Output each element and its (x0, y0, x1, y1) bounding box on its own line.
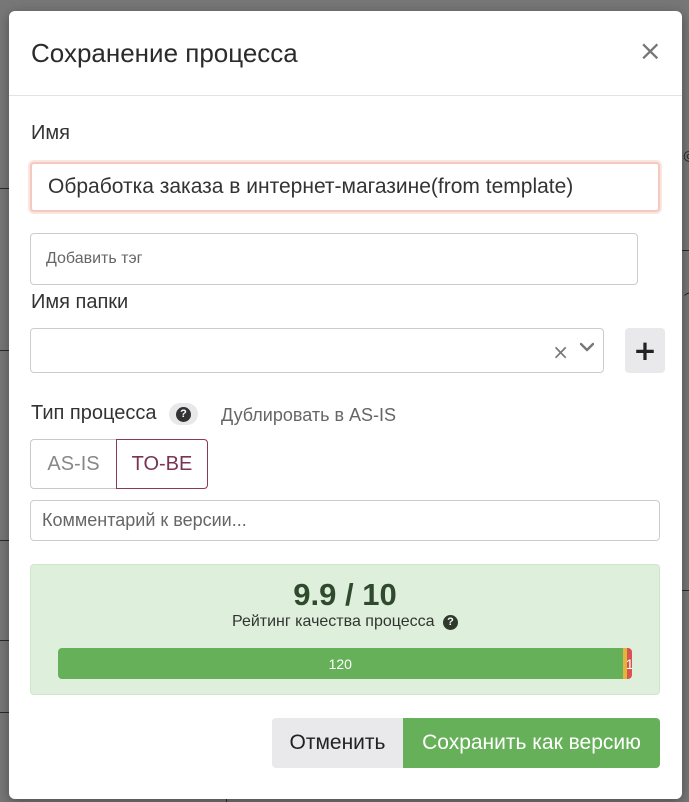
question-circle-icon: ? (176, 406, 191, 422)
backdrop-line (0, 712, 9, 713)
folder-label: Имя папки (31, 291, 129, 313)
rating-score: 9.9 / 10 (293, 577, 397, 612)
clear-icon[interactable]: × (552, 340, 569, 364)
dialog-header: Сохранение процесса × (9, 11, 682, 96)
question-circle-icon[interactable]: ? (443, 614, 458, 630)
backdrop-shape-icon: ◎ (683, 148, 689, 164)
cancel-button[interactable]: Отменить (272, 718, 403, 768)
backdrop-line (0, 540, 9, 541)
save-as-version-button[interactable]: Сохранить как версию (403, 718, 660, 768)
name-label: Имя (31, 122, 70, 144)
process-type-to-be-button[interactable]: TO-BE (116, 439, 208, 489)
add-tag-input[interactable] (30, 233, 638, 285)
backdrop-line (682, 250, 689, 251)
process-type-help-button[interactable]: ? (169, 403, 198, 425)
process-type-as-is-button[interactable]: AS-IS (30, 439, 116, 489)
rating-bar-segment: 120 (58, 648, 623, 679)
version-comment-input[interactable] (30, 500, 660, 541)
rating-label: Рейтинг качества процесса (231, 613, 435, 630)
dialog-title: Сохранение процесса (31, 38, 298, 68)
rating-bar-segment: 1 (627, 648, 632, 679)
process-type-toggle: AS-IS TO-BE (30, 439, 208, 489)
process-type-label: Тип процесса (31, 402, 157, 424)
duplicate-as-is-link[interactable]: Дублировать в AS-IS (221, 405, 396, 426)
folder-select[interactable]: × (30, 328, 604, 373)
backdrop-line (682, 590, 689, 591)
close-icon[interactable]: × (639, 37, 662, 65)
process-name-input[interactable] (30, 162, 660, 212)
add-folder-button[interactable]: + (625, 328, 665, 373)
rating-label-row: Рейтинг качества процесса ? (31, 613, 659, 631)
backdrop-line (0, 640, 9, 641)
backdrop-line (0, 350, 9, 351)
chevron-down-icon[interactable] (580, 340, 594, 354)
plus-icon: + (633, 334, 657, 367)
quality-rating-panel: 9.9 / 10 Рейтинг качества процесса ? 120… (30, 564, 660, 695)
backdrop-line (0, 188, 9, 189)
rating-progress-bar: 120 1 (58, 648, 632, 679)
backdrop-shape-icon: ⌒ (684, 290, 689, 307)
save-process-dialog: Сохранение процесса × Имя Имя папки × + … (9, 11, 682, 799)
